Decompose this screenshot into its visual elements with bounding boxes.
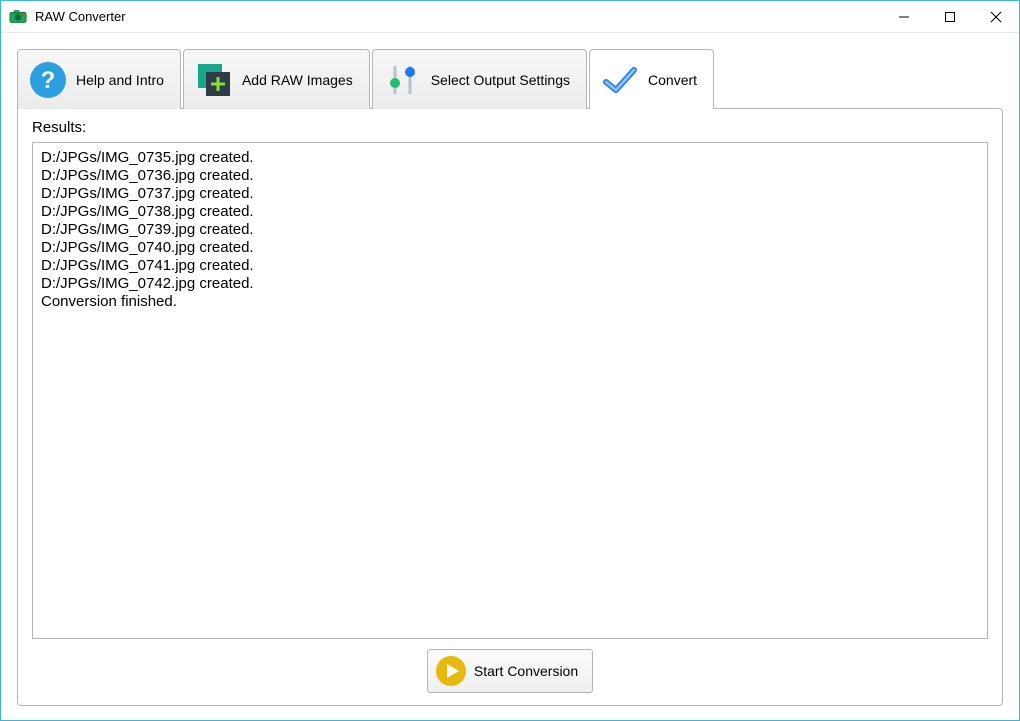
window-title: RAW Converter bbox=[35, 9, 881, 24]
minimize-button[interactable] bbox=[881, 1, 927, 33]
tab-convert[interactable]: Convert bbox=[589, 49, 714, 109]
results-textarea[interactable]: D:/JPGs/IMG_0735.jpg created. D:/JPGs/IM… bbox=[32, 142, 988, 639]
play-icon bbox=[434, 654, 468, 688]
tab-label: Select Output Settings bbox=[431, 72, 570, 88]
start-conversion-button[interactable]: Start Conversion bbox=[427, 649, 593, 693]
start-row: Start Conversion bbox=[32, 639, 988, 693]
plus-stack-icon bbox=[194, 60, 234, 100]
tab-label: Add RAW Images bbox=[242, 72, 353, 88]
titlebar: RAW Converter bbox=[1, 1, 1019, 33]
tab-bar: ? Help and Intro Add RAW Images bbox=[17, 49, 1003, 109]
tab-label: Help and Intro bbox=[76, 72, 164, 88]
svg-text:?: ? bbox=[41, 67, 56, 94]
convert-panel: Results: D:/JPGs/IMG_0735.jpg created. D… bbox=[17, 108, 1003, 706]
close-button[interactable] bbox=[973, 1, 1019, 33]
tab-output-settings[interactable]: Select Output Settings bbox=[372, 49, 587, 109]
maximize-button[interactable] bbox=[927, 1, 973, 33]
tab-label: Convert bbox=[648, 72, 697, 88]
client-area: ? Help and Intro Add RAW Images bbox=[1, 33, 1019, 720]
results-label: Results: bbox=[32, 119, 988, 136]
tab-add-images[interactable]: Add RAW Images bbox=[183, 49, 370, 109]
tab-help[interactable]: ? Help and Intro bbox=[17, 49, 181, 109]
help-icon: ? bbox=[28, 60, 68, 100]
sliders-icon bbox=[383, 60, 423, 100]
start-button-label: Start Conversion bbox=[474, 663, 578, 679]
app-camera-icon bbox=[9, 8, 27, 26]
checkmark-icon bbox=[600, 60, 640, 100]
